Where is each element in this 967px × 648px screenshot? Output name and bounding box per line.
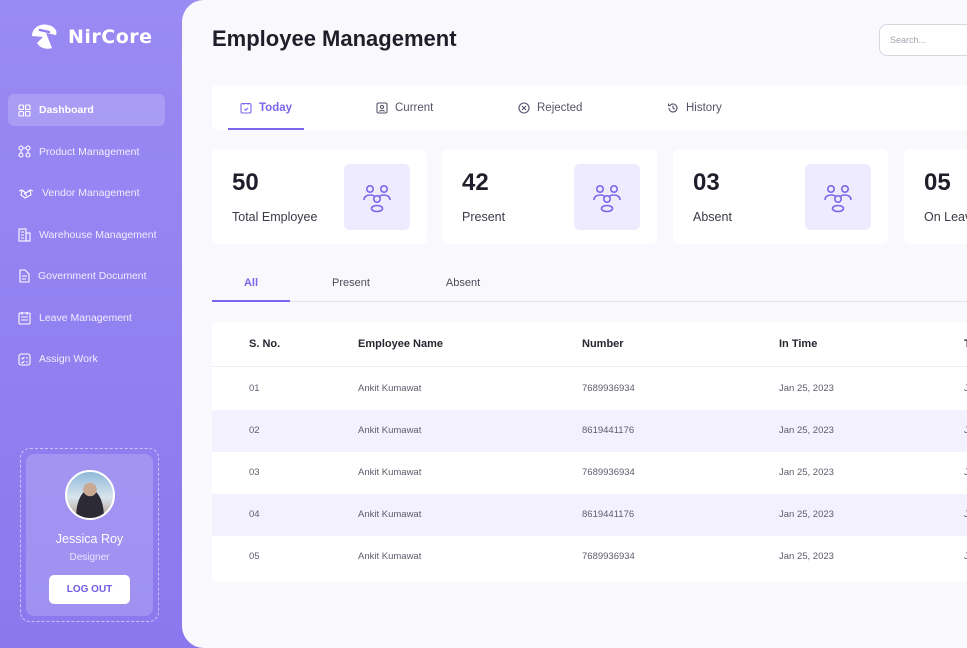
status-tabs: Today Current Rejected History — [212, 85, 967, 130]
cell-name: Ankit Kumawat — [358, 383, 422, 394]
profile-card-frame: Jessica Roy Designer LOG OUT — [20, 448, 159, 622]
team-icon — [805, 164, 871, 230]
sidebar-nav: Dashboard Product Management Vendor Mana… — [8, 94, 165, 385]
sidebar-item-vendor-management[interactable]: Vendor Management — [8, 177, 165, 209]
grid-icon — [18, 103, 31, 117]
cell-in-time: Jan 25, 2023 — [779, 551, 834, 562]
stat-value: 05 — [924, 169, 951, 196]
cell-number: 7689936934 — [582, 551, 635, 562]
sidebar: NirCore Dashboard Product Management Ven… — [0, 0, 200, 648]
tab-history[interactable]: History — [667, 85, 722, 130]
stat-card-present: 42 Present — [442, 149, 657, 244]
team-icon — [574, 164, 640, 230]
document-icon — [19, 269, 30, 283]
cell-in-time: Jan 25, 2023 — [779, 425, 834, 436]
brand-logo[interactable]: NirCore — [28, 22, 153, 52]
tab-label: Current — [395, 101, 434, 114]
tab-current[interactable]: Current — [376, 85, 433, 130]
logo-icon — [32, 24, 57, 49]
sidebar-item-warehouse-management[interactable]: Warehouse Management — [8, 219, 165, 251]
column-header[interactable]: Employee Name — [358, 322, 443, 367]
x-circle-icon — [518, 101, 530, 114]
cell-name: Ankit Kumawat — [358, 509, 422, 520]
sidebar-item-label: Vendor Management — [42, 187, 140, 199]
cell-sno: 04 — [249, 509, 260, 520]
sidebar-item-label: Assign Work — [39, 353, 98, 365]
user-badge-icon — [376, 101, 388, 114]
table-header: S. No. Employee Name Number In Time T — [212, 322, 967, 367]
filter-absent[interactable]: Absent — [435, 268, 491, 302]
profile-role: Designer — [69, 552, 110, 563]
search-input[interactable]: Search... — [879, 24, 967, 56]
stat-card-absent: 03 Absent — [673, 149, 888, 244]
checklist-icon — [18, 352, 31, 366]
table-row[interactable]: 02 Ankit Kumawat 8619441176 Jan 25, 2023… — [212, 410, 967, 452]
stat-value: 50 — [232, 169, 259, 196]
stat-label: Total Employee — [232, 210, 318, 224]
tab-rejected[interactable]: Rejected — [518, 85, 582, 130]
stat-card-on-leave: 05 On Leave — [904, 149, 967, 244]
tab-label: History — [686, 101, 722, 114]
cell-number: 8619441176 — [582, 509, 635, 520]
cell-sno: 03 — [249, 467, 260, 478]
column-header[interactable]: Number — [582, 322, 624, 367]
sidebar-item-leave-management[interactable]: Leave Management — [8, 302, 165, 334]
main-content: Employee Management Search... Today Curr… — [182, 0, 967, 648]
column-header[interactable]: In Time — [779, 322, 817, 367]
cell-sno: 01 — [249, 383, 260, 394]
stat-value: 03 — [693, 169, 720, 196]
stat-label: On Leave — [924, 210, 967, 224]
table-row[interactable]: 01 Ankit Kumawat 7689936934 Jan 25, 2023… — [212, 368, 967, 410]
cell-name: Ankit Kumawat — [358, 425, 422, 436]
sidebar-item-label: Warehouse Management — [39, 228, 157, 241]
cell-in-time: Jan 25, 2023 — [779, 467, 834, 478]
table-row[interactable]: 05 Ankit Kumawat 7689936934 Jan 25, 2023… — [212, 536, 967, 578]
column-header[interactable]: S. No. — [249, 322, 280, 367]
cell-in-time: Jan 25, 2023 — [779, 383, 834, 394]
table-row[interactable]: 03 Ankit Kumawat 7689936934 Jan 25, 2023… — [212, 452, 967, 494]
table-row[interactable]: 04 Ankit Kumawat 8619441176 Jan 25, 2023… — [212, 494, 967, 536]
filter-present[interactable]: Present — [322, 268, 380, 302]
logout-button[interactable]: LOG OUT — [49, 575, 130, 604]
stat-value: 42 — [462, 169, 489, 196]
history-icon — [667, 102, 678, 112]
sidebar-item-label: Leave Management — [39, 311, 132, 324]
page-title: Employee Management — [212, 26, 457, 51]
cell-number: 7689936934 — [582, 383, 635, 394]
filter-tabs: All Present Absent — [212, 268, 967, 302]
cell-number: 8619441176 — [582, 425, 635, 436]
stat-label: Present — [462, 210, 506, 224]
brand-name: NirCore — [68, 26, 153, 48]
cell-name: Ankit Kumawat — [358, 551, 422, 562]
sidebar-item-dashboard[interactable]: Dashboard — [8, 94, 165, 126]
sidebar-item-label: Product Management — [39, 145, 140, 158]
sidebar-item-label: Dashboard — [39, 104, 94, 116]
cell-name: Ankit Kumawat — [358, 467, 422, 478]
filter-all[interactable]: All — [212, 268, 290, 302]
tab-today[interactable]: Today — [227, 85, 305, 130]
stat-card-total-employee: 50 Total Employee — [212, 149, 427, 244]
stat-label: Absent — [693, 210, 732, 224]
profile-card: Jessica Roy Designer LOG OUT — [26, 454, 153, 616]
sidebar-item-government-document[interactable]: Government Document — [8, 260, 165, 292]
profile-name: Jessica Roy — [55, 532, 124, 546]
handshake-icon — [18, 188, 34, 199]
employee-table: S. No. Employee Name Number In Time T 01… — [212, 322, 967, 582]
nodes-icon — [18, 145, 31, 158]
clock-badge-icon — [240, 102, 252, 114]
cell-sno: 02 — [249, 425, 260, 436]
avatar — [64, 470, 115, 520]
sidebar-item-assign-work[interactable]: Assign Work — [8, 343, 165, 375]
cell-number: 7689936934 — [582, 467, 635, 478]
cell-sno: 05 — [249, 551, 260, 562]
building-icon — [18, 227, 31, 242]
cell-in-time: Jan 25, 2023 — [779, 509, 834, 520]
sidebar-item-label: Government Document — [38, 270, 147, 282]
calendar-icon — [18, 311, 31, 325]
team-icon — [344, 164, 410, 230]
tab-label: Today — [259, 101, 293, 114]
sidebar-item-product-management[interactable]: Product Management — [8, 136, 165, 168]
tab-label: Rejected — [537, 101, 583, 114]
